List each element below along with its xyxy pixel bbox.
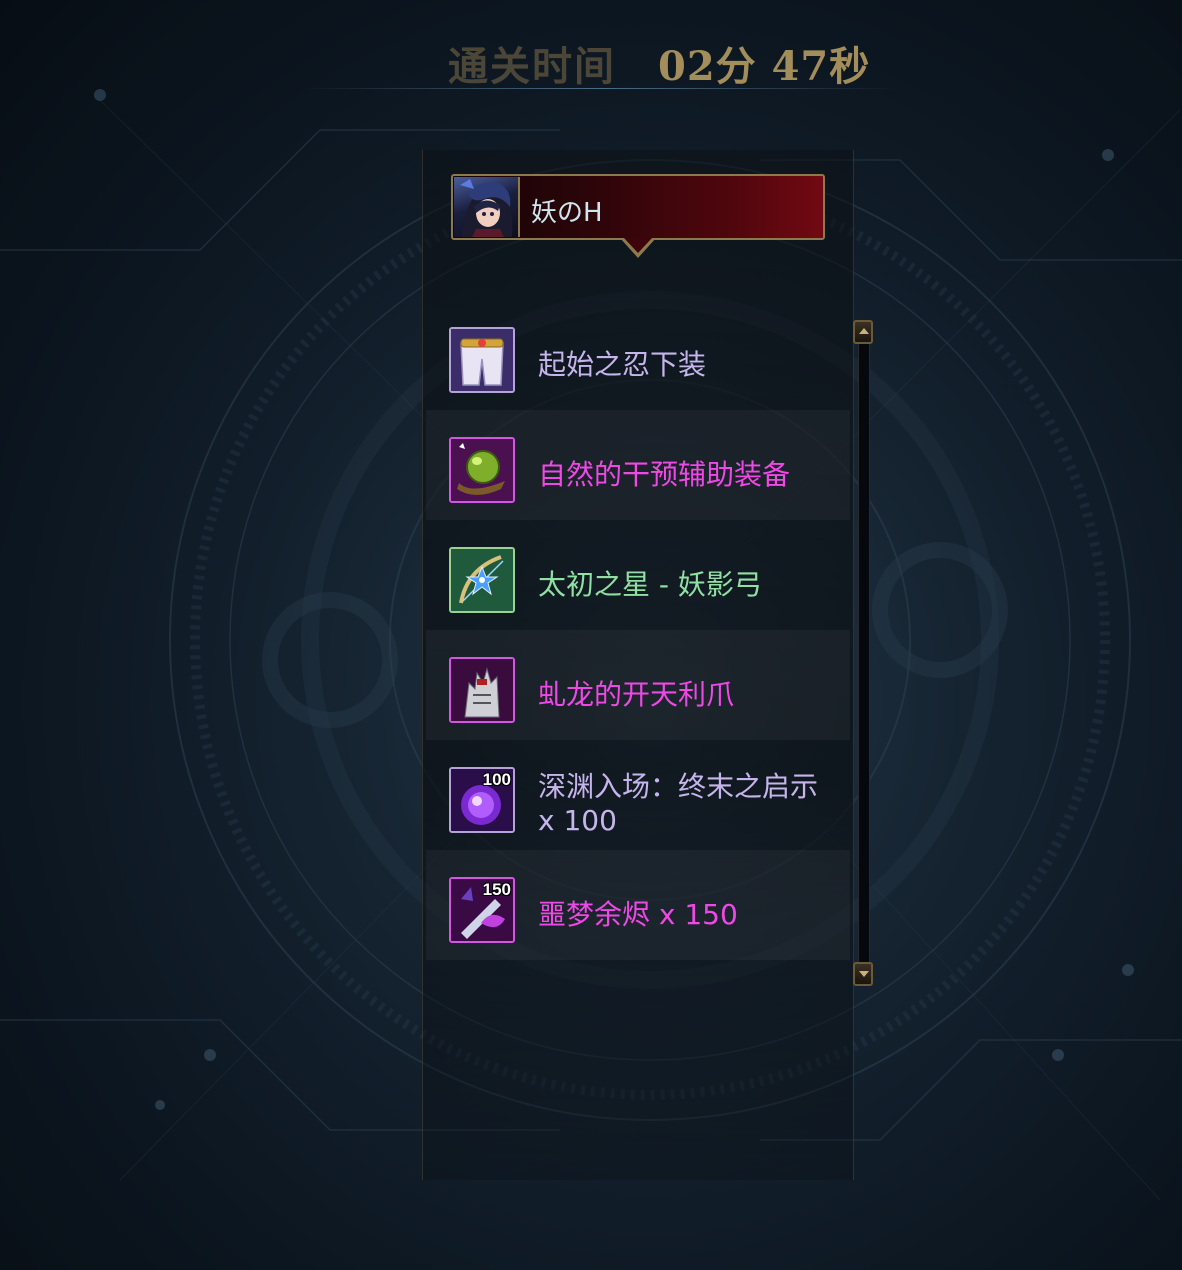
- clear-time-value: 02分 47秒: [658, 43, 871, 90]
- reward-item[interactable]: 太初之星 - 妖影弓: [426, 520, 850, 630]
- reward-item[interactable]: 起始之忍下装: [426, 300, 850, 410]
- dragon-claw-icon: [449, 657, 515, 723]
- reward-item[interactable]: 100 深渊入场：终末之启示 x 100: [426, 740, 850, 850]
- reward-item-name: 起始之忍下装: [538, 348, 707, 381]
- reward-item-name: 噩梦余烬 x 150: [538, 898, 738, 931]
- reward-item-count: 150: [482, 880, 511, 899]
- star-bow-weapon-icon: [449, 547, 515, 613]
- scroll-up-arrow-icon: [859, 328, 869, 334]
- reward-item-name: 太初之星 - 妖影弓: [538, 568, 762, 601]
- green-orb-accessory-icon: [449, 437, 515, 503]
- clear-time-header: 通关时间 02分 47秒: [300, 22, 900, 92]
- scroll-down-arrow-icon: [859, 971, 869, 977]
- player-card-pointer-fill: [624, 238, 652, 253]
- reward-item-name: 自然的干预辅助装备: [538, 458, 791, 491]
- reward-item-count: 100: [482, 770, 511, 789]
- scroll-up-button[interactable]: [853, 320, 873, 344]
- clear-time-label: 通关时间: [448, 43, 616, 90]
- reward-list-scrollbar[interactable]: [852, 320, 874, 986]
- reward-list: 起始之忍下装 自然的干预辅助装备 太初之星 - 妖影弓 虬龙的开天利爪 100 …: [426, 300, 850, 960]
- reward-item[interactable]: 自然的干预辅助装备: [426, 410, 850, 520]
- abyss-ticket-orb-icon: 100: [449, 767, 515, 833]
- character-portrait-icon: [454, 177, 520, 237]
- scrollbar-track[interactable]: [858, 342, 870, 966]
- reward-item[interactable]: 150 噩梦余烬 x 150: [426, 850, 850, 960]
- reward-item-name: 深渊入场：终末之启示 x 100: [538, 770, 819, 837]
- reward-item-name: 虬龙的开天利爪: [538, 678, 735, 711]
- player-name: 妖のH: [531, 198, 603, 228]
- pants-armor-icon: [449, 327, 515, 393]
- scroll-down-button[interactable]: [853, 962, 873, 986]
- player-card[interactable]: 妖のH: [451, 174, 825, 240]
- nightmare-ember-icon: 150: [449, 877, 515, 943]
- reward-item[interactable]: 虬龙的开天利爪: [426, 630, 850, 740]
